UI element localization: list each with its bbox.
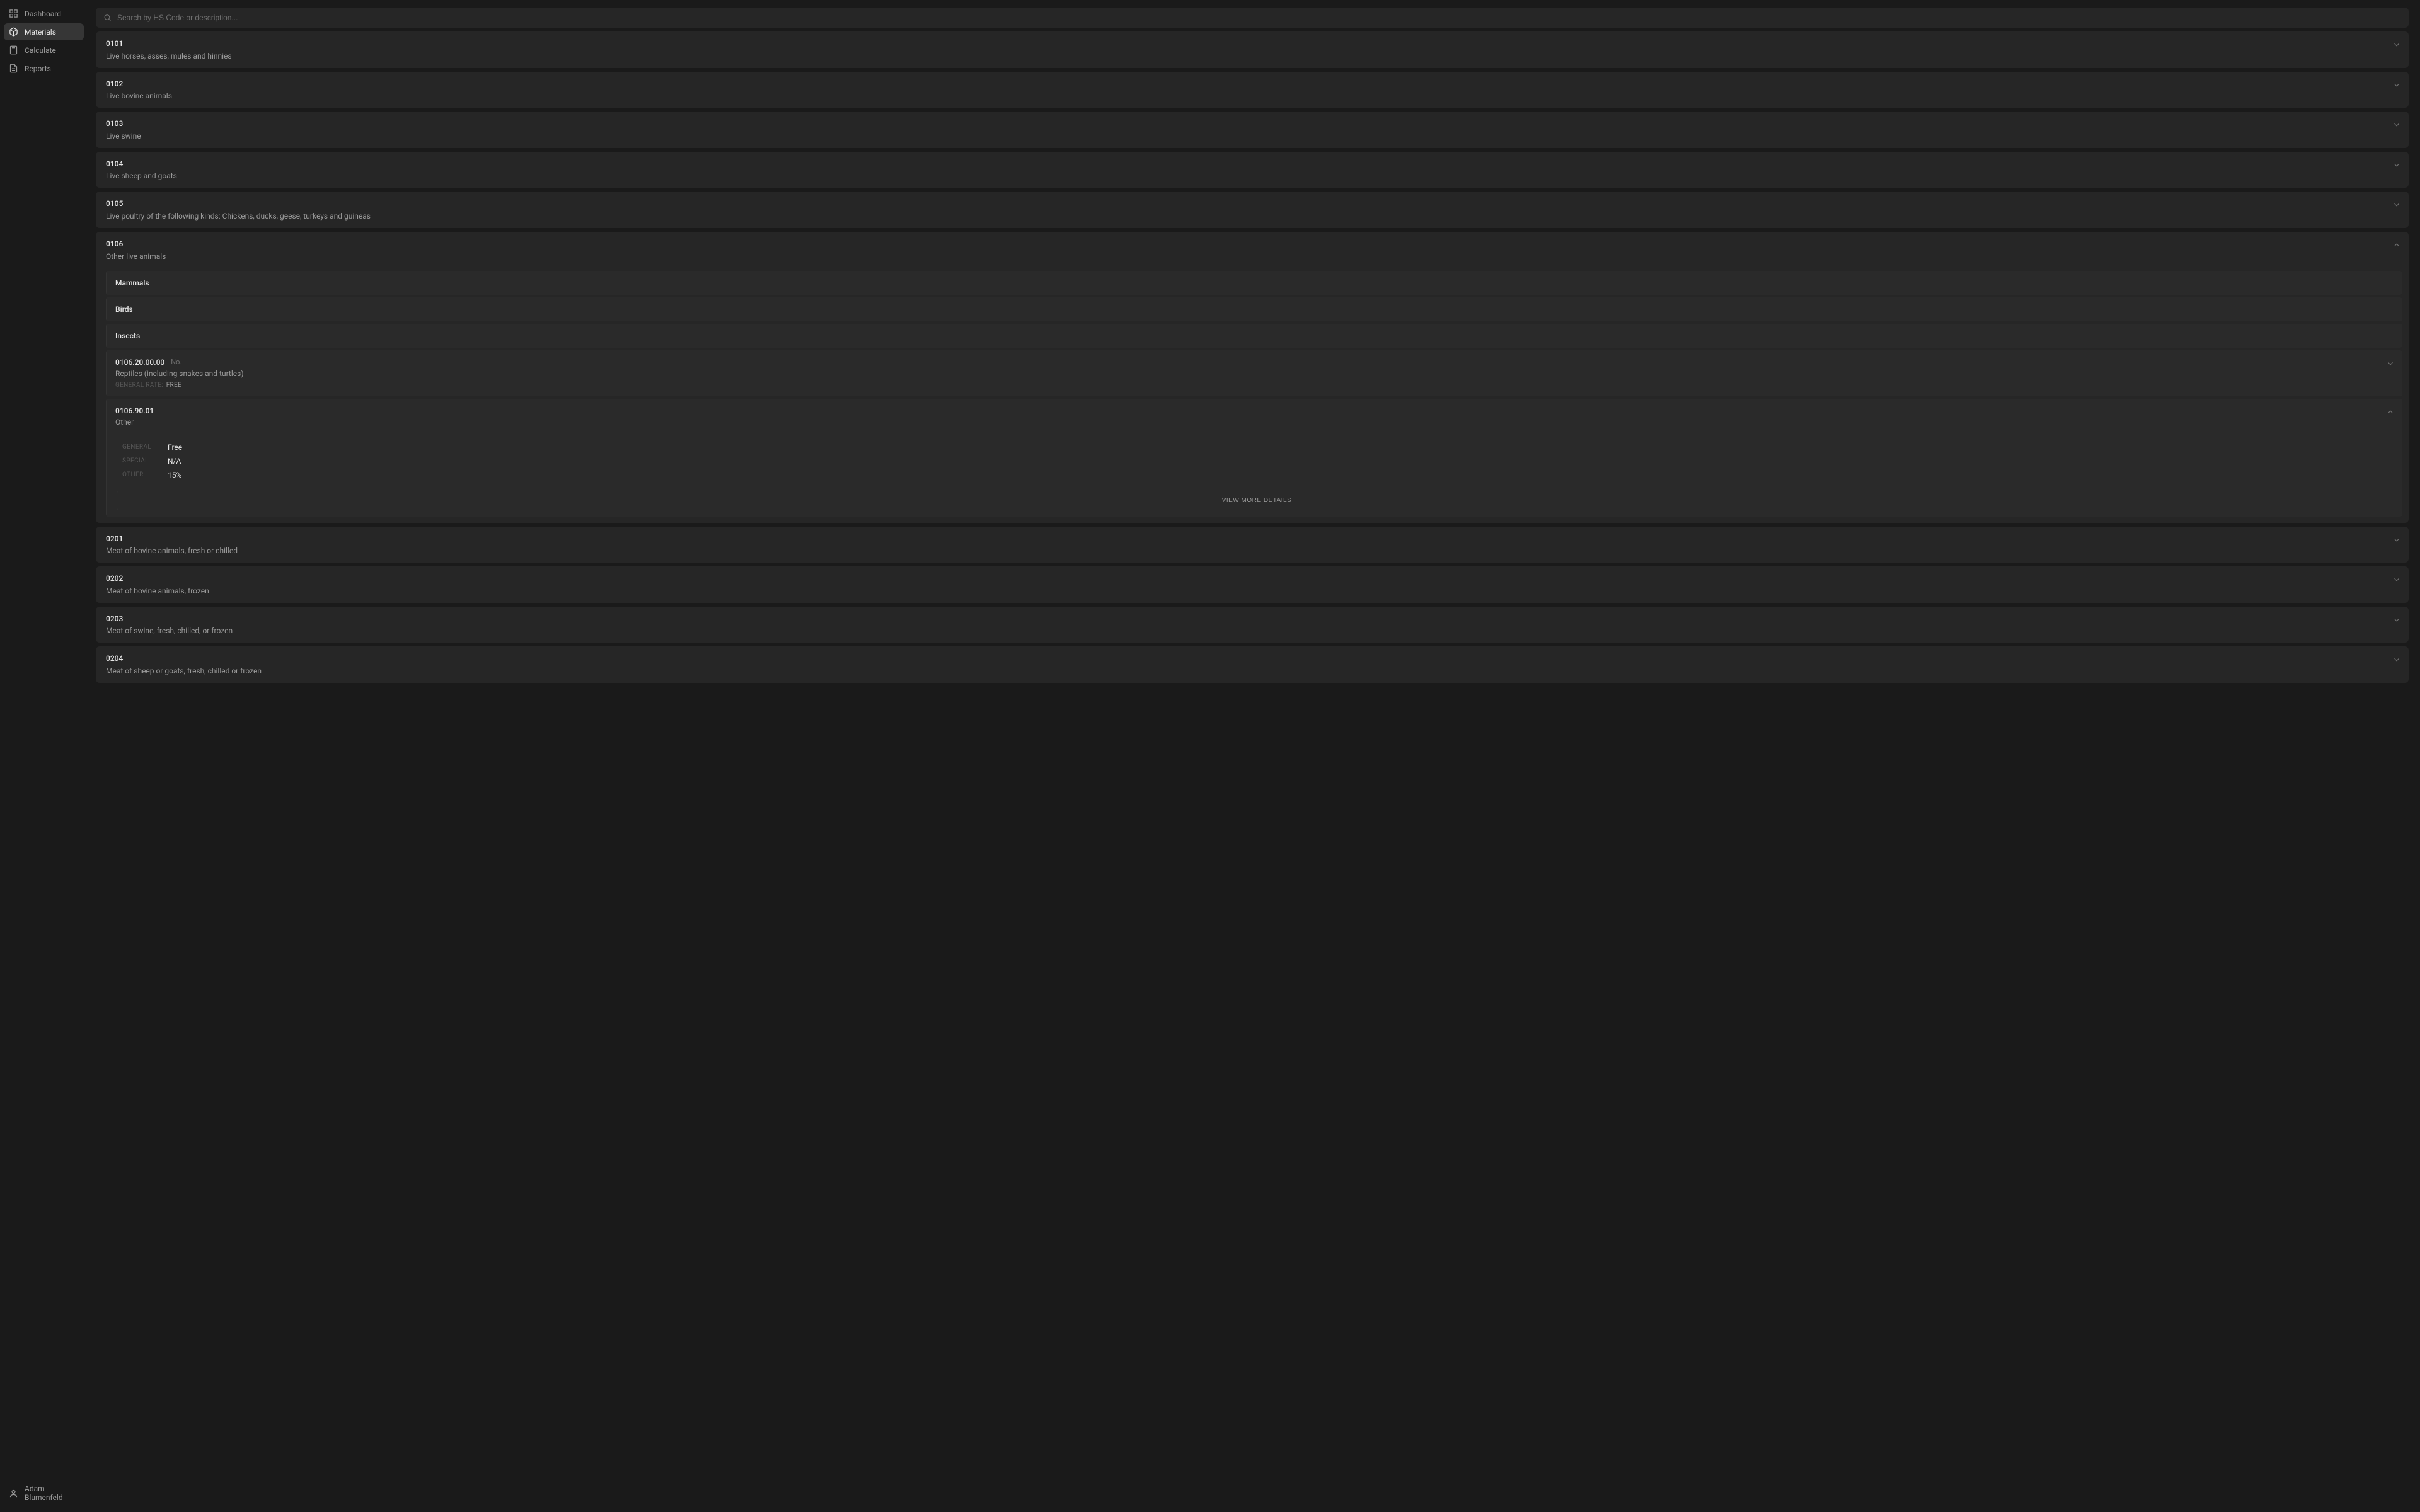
- hs-rate-summary: General Rate: Free: [115, 382, 2394, 389]
- subcategory-group[interactable]: Insects: [106, 324, 2402, 348]
- file-icon: [9, 64, 18, 73]
- main-content: 0101 Live horses, asses, mules and hinni…: [88, 0, 2420, 1512]
- category-code: 0204: [106, 654, 2399, 664]
- user-name: Adam Blumenfeld: [25, 1484, 79, 1502]
- category-row[interactable]: 0202 Meat of bovine animals, frozen: [96, 566, 2409, 603]
- category-desc: Live horses, asses, mules and hinnies: [106, 52, 2399, 60]
- rate-row: Special N/A: [122, 454, 2391, 468]
- category-row[interactable]: 0203 Meat of swine, fresh, chilled, or f…: [96, 607, 2409, 643]
- chevron-down-icon: [2392, 120, 2401, 129]
- chevron-down-icon: [2392, 40, 2401, 49]
- category-row[interactable]: 0103 Live swine: [96, 112, 2409, 148]
- sidebar-item-label: Dashboard: [25, 9, 61, 18]
- sidebar-nav: Dashboard Materials Calculate Reports: [4, 5, 84, 1479]
- hs-code: 0106.90.01: [115, 406, 154, 415]
- category-row[interactable]: 0204 Meat of sheep or goats, fresh, chil…: [96, 646, 2409, 683]
- category-desc: Meat of sheep or goats, fresh, chilled o…: [106, 667, 2399, 675]
- category-code: 0106: [106, 239, 2399, 249]
- rate-value: Free: [168, 443, 182, 452]
- category-code: 0101: [106, 39, 2399, 49]
- chevron-down-icon: [2392, 81, 2401, 89]
- sidebar: Dashboard Materials Calculate Reports: [0, 0, 88, 1512]
- category-desc: Meat of bovine animals, frozen: [106, 587, 2399, 595]
- chevron-down-icon: [2392, 161, 2401, 169]
- category-code: 0105: [106, 199, 2399, 209]
- sidebar-item-label: Calculate: [25, 46, 56, 55]
- sidebar-item-dashboard[interactable]: Dashboard: [4, 5, 84, 22]
- chevron-up-icon: [2386, 408, 2395, 416]
- category-code: 0103: [106, 119, 2399, 129]
- hs-code: 0106.20.00.00: [115, 358, 164, 367]
- subcategory-label: Insects: [115, 331, 2394, 340]
- hs-details: General Free Special N/A Other 15%: [107, 433, 2402, 517]
- box-icon: [9, 27, 18, 37]
- category-code: 0203: [106, 614, 2399, 624]
- hs-item-row[interactable]: 0106.20.00.00 No. Reptiles (including sn…: [106, 350, 2402, 396]
- subcategory-list: Mammals Birds Insects 0106.20.00.00 No. …: [96, 267, 2409, 523]
- category-row-expanded[interactable]: 0106 Other live animals Mammals Birds In…: [96, 232, 2409, 523]
- category-desc: Live sheep and goats: [106, 171, 2399, 180]
- category-row[interactable]: 0102 Live bovine animals: [96, 72, 2409, 108]
- category-row[interactable]: 0101 Live horses, asses, mules and hinni…: [96, 32, 2409, 68]
- subcategory-group[interactable]: Mammals: [106, 271, 2402, 295]
- rate-row: Other 15%: [122, 468, 2391, 482]
- rate-row: General Free: [122, 440, 2391, 454]
- user-icon: [9, 1489, 18, 1498]
- sidebar-user[interactable]: Adam Blumenfeld: [4, 1479, 84, 1507]
- category-desc: Meat of swine, fresh, chilled, or frozen: [106, 626, 2399, 635]
- view-more-button[interactable]: View More Details: [117, 491, 2396, 510]
- hs-desc: Other: [115, 418, 2394, 427]
- category-code: 0201: [106, 534, 2399, 544]
- chevron-down-icon: [2392, 575, 2401, 584]
- sidebar-item-calculate[interactable]: Calculate: [4, 42, 84, 59]
- hs-desc: Reptiles (including snakes and turtles): [115, 369, 2394, 378]
- category-desc: Meat of bovine animals, fresh or chilled: [106, 546, 2399, 555]
- subcategory-label: Mammals: [115, 278, 2394, 287]
- sidebar-item-reports[interactable]: Reports: [4, 60, 84, 77]
- category-code: 0202: [106, 574, 2399, 584]
- subcategory-label: Birds: [115, 305, 2394, 314]
- category-row[interactable]: 0105 Live poultry of the following kinds…: [96, 192, 2409, 228]
- rates-table: General Free Special N/A Other 15%: [117, 437, 2396, 486]
- category-desc: Live bovine animals: [106, 91, 2399, 100]
- category-desc: Live poultry of the following kinds: Chi…: [106, 212, 2399, 220]
- chevron-down-icon: [2392, 200, 2401, 209]
- rate-key: General Rate:: [115, 382, 163, 389]
- rate-key: General: [122, 444, 168, 450]
- rate-value: N/A: [168, 457, 181, 466]
- hs-unit: No.: [171, 358, 182, 366]
- rate-key: Other: [122, 471, 168, 478]
- search-icon: [103, 14, 112, 22]
- chevron-down-icon: [2392, 655, 2401, 664]
- category-code: 0104: [106, 159, 2399, 169]
- rate-key: Special: [122, 457, 168, 464]
- sidebar-item-label: Materials: [25, 28, 56, 37]
- chevron-down-icon: [2386, 359, 2395, 368]
- calculator-icon: [9, 45, 18, 55]
- chevron-down-icon: [2392, 536, 2401, 544]
- hs-item-row-expanded[interactable]: 0106.90.01 Other General Free: [106, 399, 2402, 517]
- search-input[interactable]: [96, 8, 2409, 28]
- category-code: 0102: [106, 79, 2399, 89]
- category-desc: Live swine: [106, 132, 2399, 140]
- category-row[interactable]: 0104 Live sheep and goats: [96, 152, 2409, 188]
- rate-value: Free: [166, 382, 182, 389]
- category-desc: Other live animals: [106, 252, 2399, 261]
- dashboard-icon: [9, 9, 18, 18]
- chevron-up-icon: [2392, 241, 2401, 249]
- category-row[interactable]: 0201 Meat of bovine animals, fresh or ch…: [96, 527, 2409, 563]
- rate-value: 15%: [168, 471, 182, 479]
- sidebar-item-materials[interactable]: Materials: [4, 23, 84, 40]
- chevron-down-icon: [2392, 616, 2401, 624]
- sidebar-item-label: Reports: [25, 64, 51, 73]
- search-bar: [96, 8, 2409, 28]
- subcategory-group[interactable]: Birds: [106, 297, 2402, 321]
